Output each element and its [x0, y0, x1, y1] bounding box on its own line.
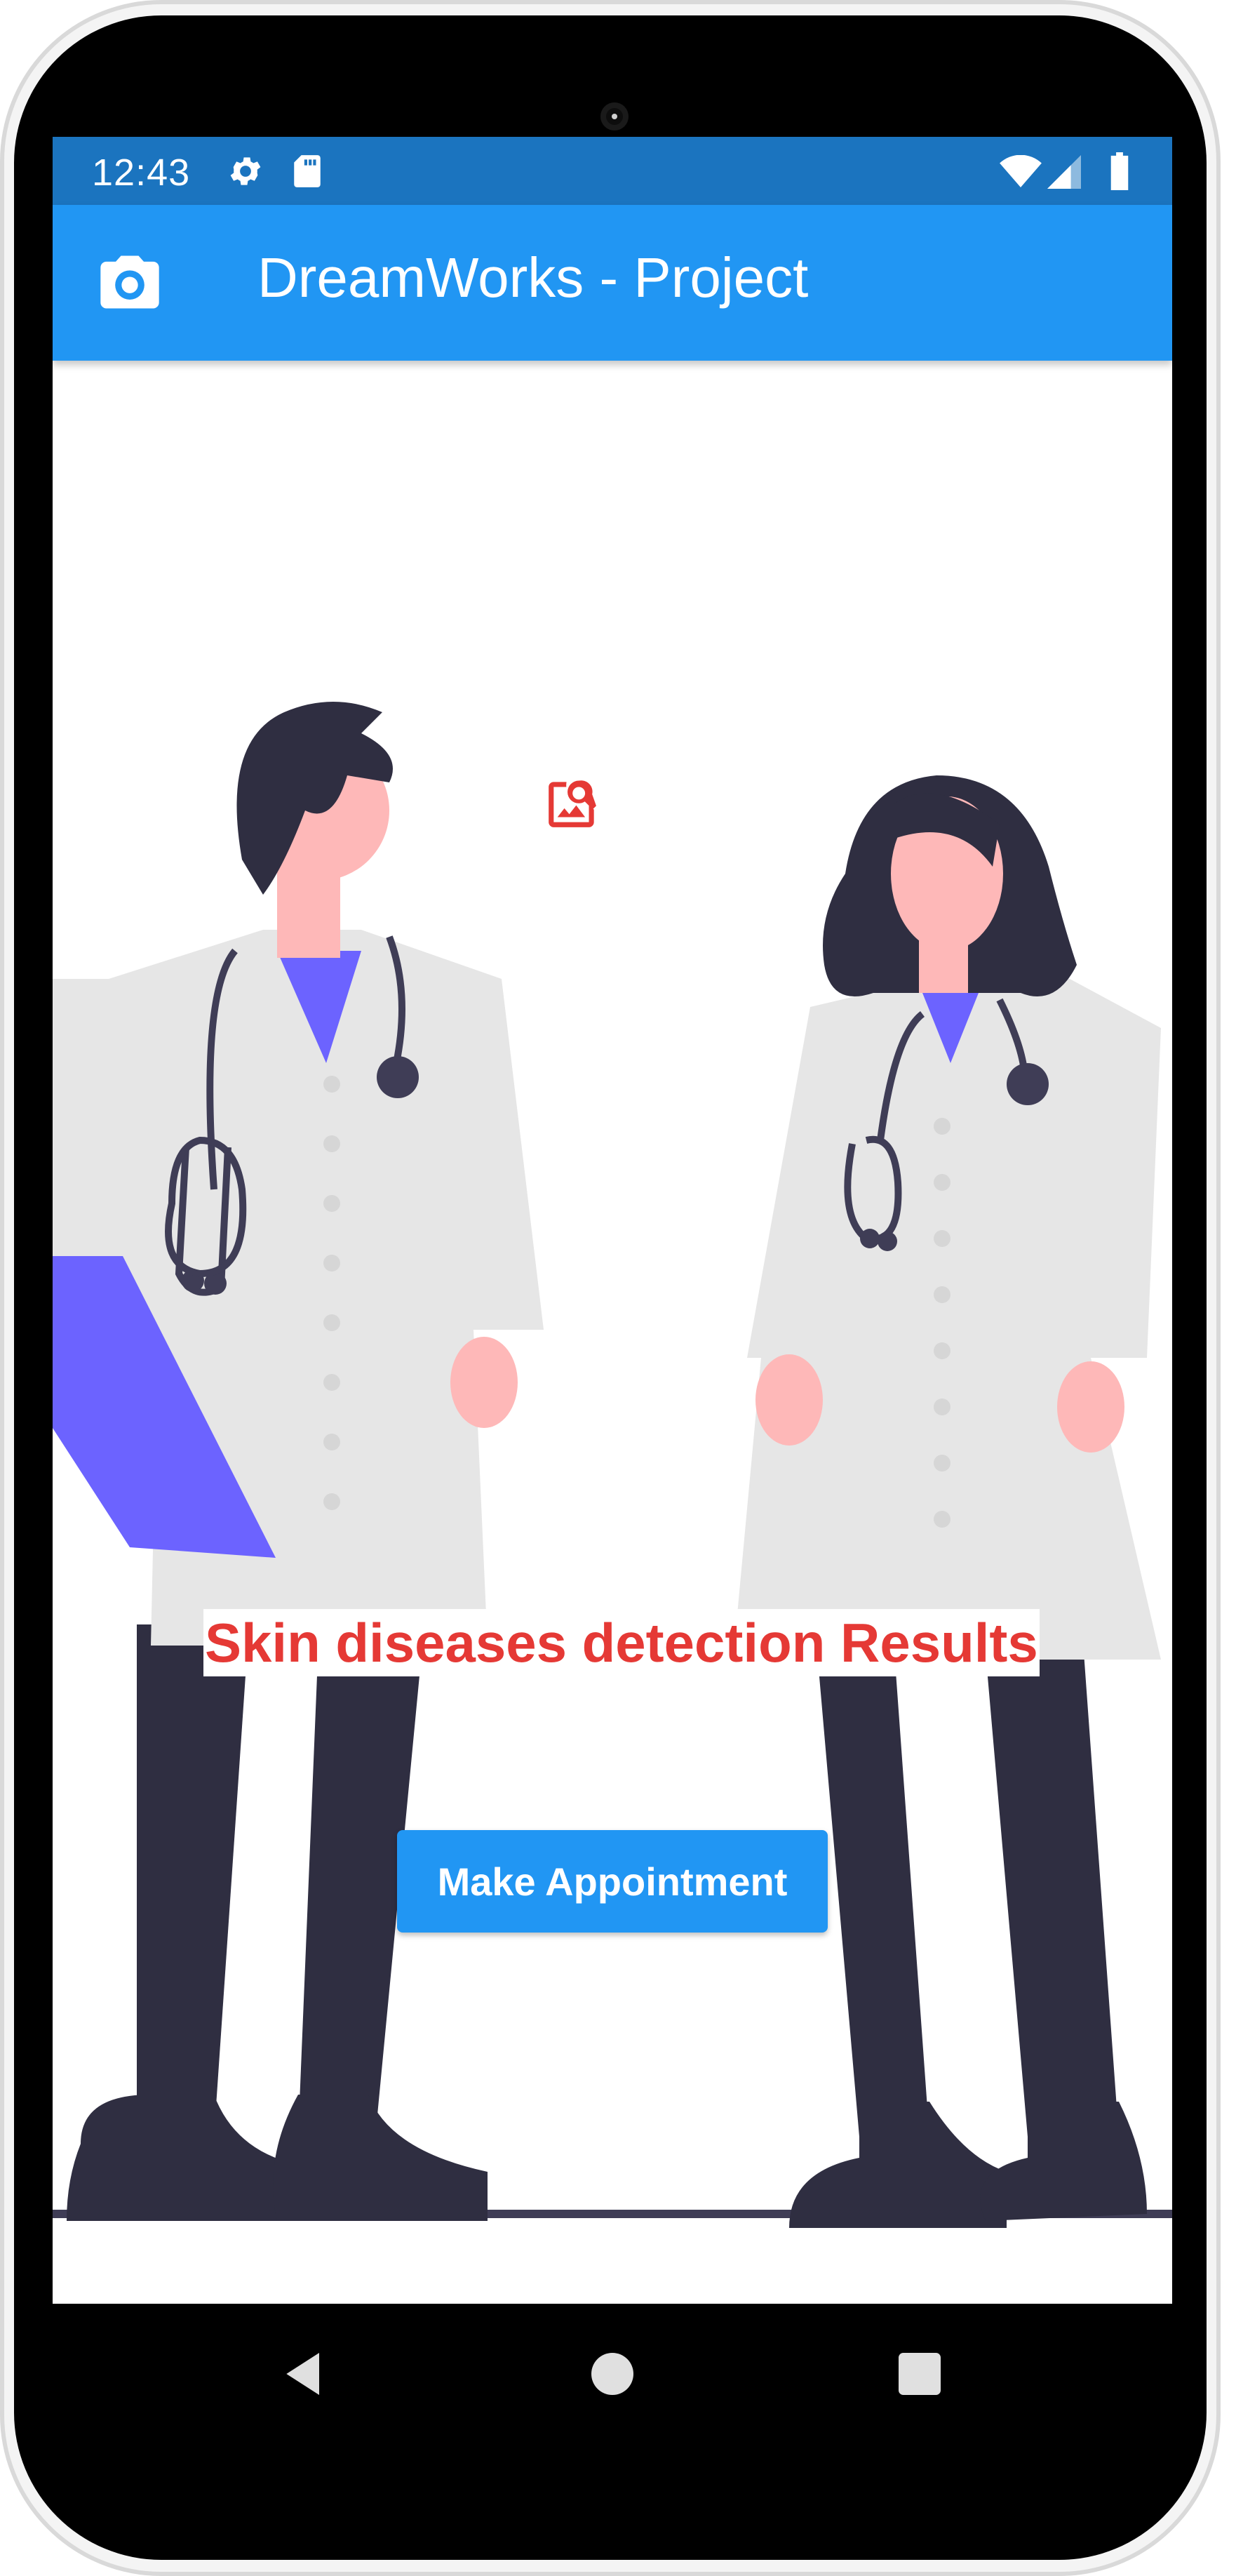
status-bar: 12:43 — [53, 137, 1172, 205]
signal-icon — [1047, 155, 1081, 192]
result-title: Skin diseases detection Results — [203, 1609, 1040, 1676]
app-bar: DreamWorks - Project — [53, 205, 1172, 361]
camera-icon — [100, 255, 159, 309]
app-title: DreamWorks - Project — [257, 246, 809, 309]
image-search-icon[interactable] — [544, 772, 604, 832]
home-button[interactable] — [584, 2346, 640, 2405]
back-icon — [286, 2353, 319, 2395]
recents-icon — [899, 2353, 941, 2395]
recents-button[interactable] — [892, 2346, 948, 2405]
navigation-bar — [53, 2304, 1172, 2444]
battery-icon — [1109, 152, 1130, 194]
sd-card-icon — [291, 154, 323, 192]
status-time: 12:43 — [92, 152, 191, 194]
back-button[interactable] — [277, 2346, 333, 2405]
front-camera — [600, 102, 629, 131]
wifi-icon — [1000, 154, 1042, 191]
doctors-illustration — [53, 702, 1172, 2228]
settings-icon — [227, 152, 264, 194]
home-icon — [591, 2353, 633, 2395]
app-screen: 12:43 DreamWorks - Project Skin diseases… — [53, 137, 1172, 2304]
make-appointment-button[interactable]: Make Appointment — [397, 1830, 828, 1933]
camera-button[interactable] — [95, 247, 165, 317]
